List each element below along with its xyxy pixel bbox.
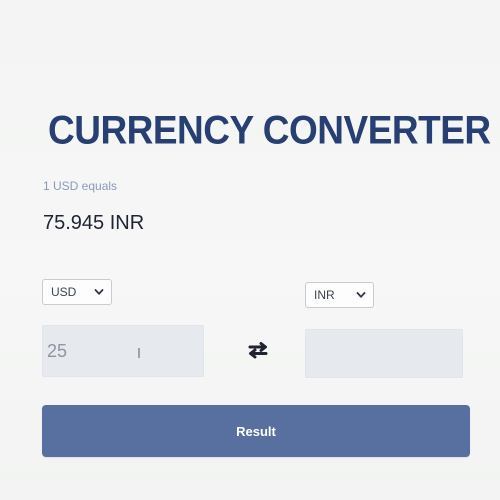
to-amount-output[interactable] <box>305 329 463 378</box>
converter-page: CURRENCY CONVERTER 1 USD equals 75.945 I… <box>0 0 500 500</box>
rate-label: 1 USD equals <box>43 179 118 193</box>
to-currency-value: INR <box>314 288 335 302</box>
swap-arrows-icon <box>245 339 271 366</box>
result-button[interactable]: Result <box>42 405 470 457</box>
to-currency-select[interactable]: INR <box>305 282 374 308</box>
chevron-down-icon <box>355 289 367 301</box>
from-currency-value: USD <box>51 285 77 299</box>
from-amount-input[interactable]: 25 <box>42 325 204 377</box>
chevron-down-icon <box>93 286 105 298</box>
result-button-label: Result <box>236 423 276 439</box>
rate-value: 75.945 INR <box>43 212 145 234</box>
from-amount-value: 25 <box>47 340 68 361</box>
from-currency-select[interactable]: USD <box>42 279 112 305</box>
page-title: CURRENCY CONVERTER <box>48 108 491 153</box>
text-cursor <box>138 348 140 358</box>
swap-button[interactable] <box>244 340 272 364</box>
